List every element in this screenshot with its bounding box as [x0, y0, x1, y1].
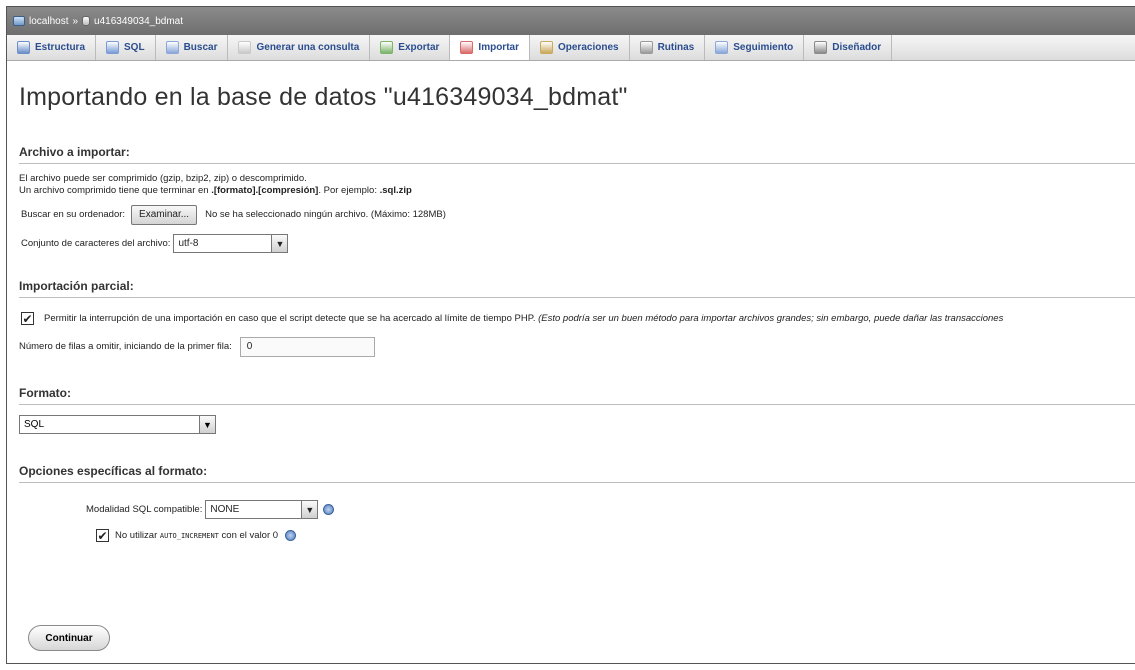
- tab-label: Seguimiento: [733, 42, 794, 53]
- auto-increment-prefix: No utilizar: [115, 529, 158, 541]
- compression-info: El archivo puede ser comprimido (gzip, b…: [19, 173, 1135, 197]
- help-icon[interactable]: [323, 504, 335, 515]
- tab-label: SQL: [124, 42, 145, 53]
- breadcrumb-database[interactable]: u416349034_bdmat: [82, 16, 183, 27]
- page-title: Importando en la base de datos "u4163490…: [19, 83, 628, 111]
- breadcrumb-server[interactable]: localhost: [13, 16, 68, 27]
- tab-label: Rutinas: [657, 42, 695, 53]
- structure-icon: [17, 41, 30, 54]
- compression-info-prefix: Un archivo comprimido tiene que terminar…: [19, 185, 212, 196]
- tab-diseñador[interactable]: Diseñador: [804, 35, 893, 60]
- format-select[interactable]: SQL ▼: [19, 415, 216, 434]
- skip-rows-input[interactable]: 0: [239, 337, 375, 357]
- browse-row: Buscar en su ordenador: Examinar... No s…: [21, 205, 1135, 225]
- tab-operaciones[interactable]: Operaciones: [530, 35, 630, 60]
- charset-row: Conjunto de caracteres del archivo: utf-…: [21, 234, 1135, 253]
- routines-icon: [639, 41, 653, 54]
- breadcrumb-separator: »: [72, 15, 79, 27]
- compat-label: Modalidad SQL compatible:: [86, 503, 203, 515]
- compression-info-mid: . Por ejemplo:: [318, 185, 380, 196]
- tab-label: Operaciones: [557, 42, 619, 53]
- help-icon[interactable]: [285, 530, 297, 541]
- export-icon: [380, 41, 394, 54]
- tab-seguimiento[interactable]: Seguimiento: [705, 35, 805, 60]
- tab-buscar[interactable]: Buscar: [156, 35, 229, 60]
- partial-section-heading: Importación parcial:: [19, 279, 1135, 298]
- chevron-down-icon[interactable]: ▼: [199, 416, 215, 433]
- tab-exportar[interactable]: Exportar: [370, 35, 451, 60]
- format-section-heading: Formato:: [19, 386, 1135, 405]
- tab-sql[interactable]: SQL: [96, 35, 156, 60]
- chevron-down-icon[interactable]: ▼: [271, 235, 288, 252]
- eye-icon: [715, 41, 729, 54]
- interrupt-checkbox[interactable]: ✔: [21, 312, 34, 325]
- tab-label: Diseñador: [832, 42, 882, 53]
- auto-increment-suffix: con el valor 0: [221, 529, 279, 541]
- charset-label: Conjunto de caracteres del archivo:: [21, 237, 171, 249]
- no-file-text: No se ha seleccionado ningún archivo.: [205, 209, 369, 220]
- tab-bar: Estructura SQL Buscar Generar una consulta E…: [7, 35, 1135, 61]
- compression-info-example: .sql.zip: [379, 185, 412, 196]
- compat-row: Modalidad SQL compatible: NONE ▼: [86, 500, 1135, 519]
- tab-rutinas[interactable]: Rutinas: [630, 35, 706, 60]
- options-section-heading: Opciones específicas al formato:: [19, 464, 1135, 483]
- max-size-text: (Máximo: 128MB): [370, 209, 446, 220]
- search-icon: [165, 41, 179, 54]
- tab-label: Importar: [478, 42, 519, 53]
- compression-info-line2: Un archivo comprimido tiene que terminar…: [19, 185, 1135, 197]
- compression-info-format: .[formato].[compresión]: [211, 185, 319, 196]
- tab-generar-una-consulta[interactable]: Generar una consulta: [228, 35, 371, 60]
- skip-rows-row: Número de filas a omitir, iniciando de l…: [19, 337, 1135, 357]
- phpmyadmin-window: localhost » u416349034_bdmat Estructura S…: [6, 6, 1135, 664]
- tab-estructura[interactable]: Estructura: [7, 35, 97, 60]
- interrupt-label: Permitir la interrupción de una importac…: [44, 312, 536, 324]
- format-row: SQL ▼: [19, 415, 1135, 434]
- tab-importar[interactable]: Importar: [450, 35, 530, 60]
- chevron-down-icon[interactable]: ▼: [301, 501, 318, 518]
- file-section-heading: Archivo a importar:: [19, 145, 1135, 164]
- browse-label: Buscar en su ordenador:: [21, 209, 126, 220]
- tab-label: Exportar: [398, 42, 440, 53]
- tab-label: Generar una consulta: [256, 42, 360, 53]
- designer-icon: [814, 41, 828, 54]
- query-icon: [238, 41, 252, 54]
- import-icon: [460, 41, 474, 54]
- interrupt-note: (Esto podría ser un buen método para imp…: [538, 312, 1004, 324]
- sql-icon: [106, 41, 120, 54]
- auto-increment-code: AUTO_INCREMENT: [159, 531, 219, 540]
- breadcrumb-server-label[interactable]: localhost: [29, 16, 68, 27]
- breadcrumb: localhost » u416349034_bdmat: [7, 7, 1135, 35]
- charset-value: utf-8: [178, 237, 199, 249]
- database-icon: [82, 16, 91, 26]
- auto-increment-checkbox[interactable]: ✔: [96, 529, 109, 542]
- compression-info-line1: El archivo puede ser comprimido (gzip, b…: [19, 173, 307, 184]
- compat-select[interactable]: NONE ▼: [205, 500, 319, 519]
- tab-label: Estructura: [35, 42, 86, 53]
- format-value: SQL: [24, 419, 45, 430]
- skip-rows-label: Número de filas a omitir, iniciando de l…: [19, 341, 232, 352]
- auto-increment-row: ✔ No utilizar AUTO_INCREMENT con el valo…: [96, 529, 1135, 542]
- tab-label: Buscar: [183, 42, 218, 53]
- breadcrumb-database-label[interactable]: u416349034_bdmat: [94, 16, 183, 27]
- interrupt-row: ✔ Permitir la interrupción de una import…: [19, 312, 1135, 325]
- main-content: Importando en la base de datos "u4163490…: [7, 83, 1135, 542]
- continue-button[interactable]: Continuar: [28, 625, 110, 651]
- server-icon: [13, 16, 25, 26]
- compat-value: NONE: [210, 503, 240, 515]
- charset-select[interactable]: utf-8 ▼: [173, 234, 289, 253]
- wrench-icon: [539, 41, 553, 54]
- browse-button[interactable]: Examinar...: [131, 205, 198, 225]
